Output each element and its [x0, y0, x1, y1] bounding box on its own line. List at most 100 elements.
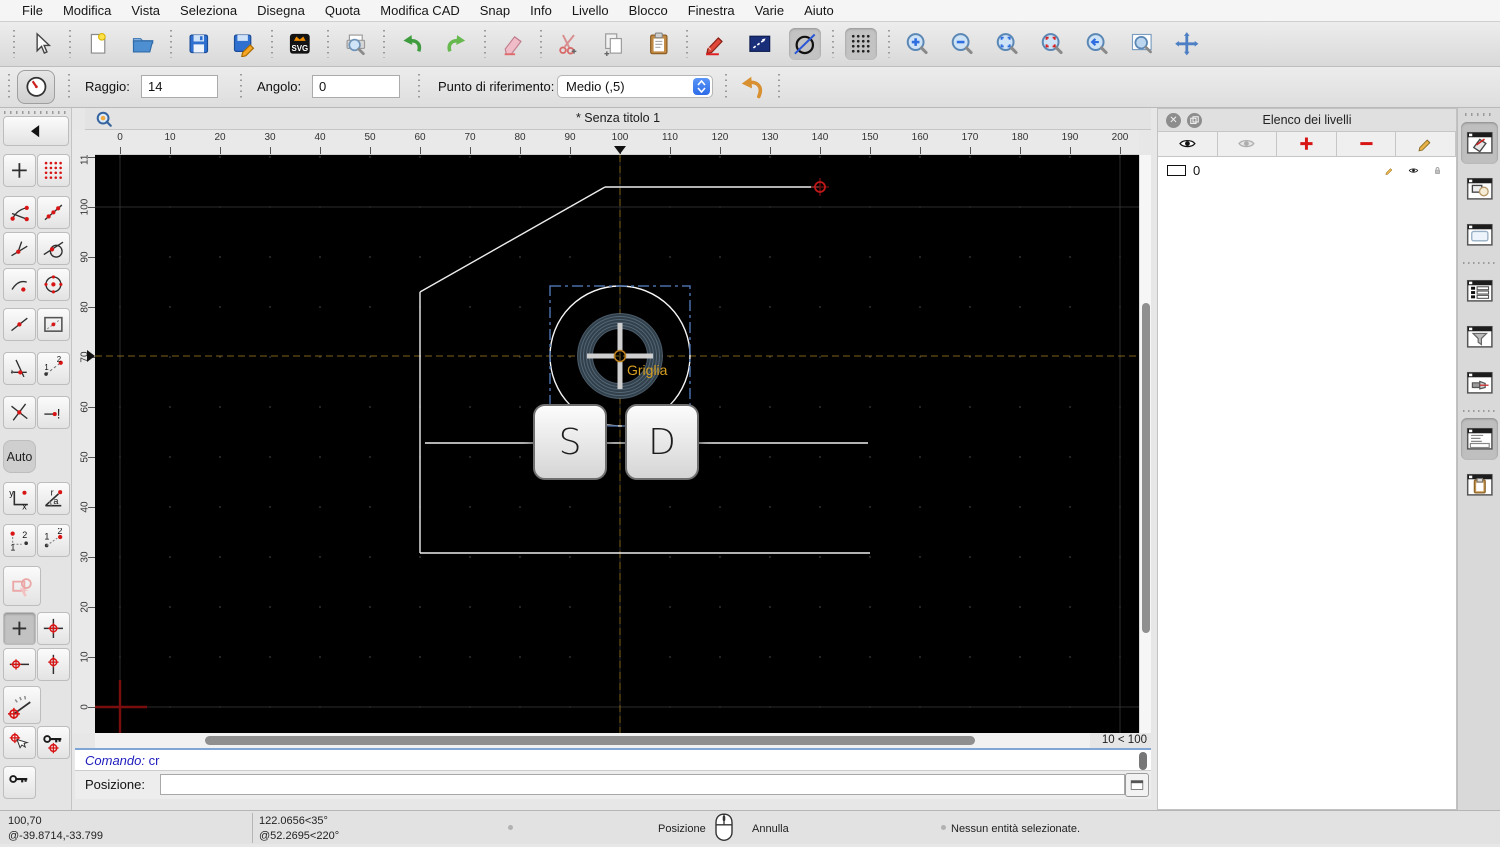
rel-polar-button[interactable]: 12: [37, 524, 70, 557]
panel-layer-list-toggle-button[interactable]: [1461, 122, 1498, 164]
snap-dist-12-button[interactable]: 12: [37, 352, 70, 385]
toolbar-pencil-draw-button[interactable]: [699, 28, 731, 60]
option-back-button[interactable]: [737, 72, 767, 102]
command-history-row[interactable]: Comando: cr: [75, 748, 1151, 771]
toolbar-cut-button[interactable]: [553, 28, 585, 60]
toolbar-redo-button[interactable]: [441, 28, 473, 60]
toolbar-paste-button[interactable]: [643, 28, 675, 60]
menu-vista[interactable]: Vista: [121, 3, 170, 18]
drawing-canvas[interactable]: Griglia: [95, 155, 1139, 733]
toolbar-pan-button[interactable]: [1171, 28, 1203, 60]
toolbar-print-preview-button[interactable]: [340, 28, 372, 60]
restrict-off-button[interactable]: [3, 566, 41, 606]
document-tab-bar[interactable]: * Senza titolo 1: [85, 108, 1151, 130]
snap-intersect-manual-button[interactable]: !: [37, 396, 70, 429]
rel-cart-button[interactable]: 12: [3, 524, 36, 557]
drawing-area[interactable]: Griglia S D: [95, 155, 1139, 733]
command-scrollbar-thumb[interactable]: [1139, 752, 1147, 770]
snap-intersection-button[interactable]: [3, 396, 36, 429]
panel-block-list-toggle-button[interactable]: [1461, 168, 1498, 210]
reference-point-select[interactable]: Medio (,5): [557, 75, 713, 98]
panel-properties-toggle-button[interactable]: [1461, 270, 1498, 312]
layer-row[interactable]: 0: [1158, 159, 1456, 181]
snap-dist-box-button[interactable]: [37, 308, 70, 341]
layer-remove-button[interactable]: [1336, 132, 1397, 157]
eye-open-button[interactable]: [1158, 132, 1218, 157]
rz-lock-button[interactable]: [37, 726, 70, 759]
layer-edit-icon[interactable]: [1384, 162, 1401, 179]
toolbar-save-button[interactable]: [183, 28, 215, 60]
restrict-angle-button[interactable]: [3, 686, 41, 724]
menu-livello[interactable]: Livello: [562, 3, 619, 18]
toolbar-save-as-button[interactable]: [228, 28, 260, 60]
toolbar-undo-button[interactable]: [396, 28, 428, 60]
menu-quota[interactable]: Quota: [315, 3, 370, 18]
toolbar-zoom-window-button[interactable]: [1126, 28, 1158, 60]
toolbar-drag-handle[interactable]: [4, 111, 66, 114]
menu-varie[interactable]: Varie: [745, 3, 794, 18]
panel-cam-toggle-button[interactable]: [1461, 362, 1498, 404]
snap-auto-intersect-button[interactable]: [3, 352, 36, 385]
auto-snap-button[interactable]: Auto: [3, 440, 36, 473]
toolbar-zoom-selection-button[interactable]: [1036, 28, 1068, 60]
layer-add-button[interactable]: [1277, 132, 1337, 157]
toolbar-grid-toggle-button[interactable]: [845, 28, 877, 60]
back-arrow-button[interactable]: [3, 116, 69, 146]
restrict-v-button[interactable]: [37, 648, 70, 681]
menu-aiuto[interactable]: Aiuto: [794, 3, 844, 18]
menu-file[interactable]: File: [12, 3, 53, 18]
horizontal-scrollbar[interactable]: [95, 733, 1090, 748]
toolbar-measure-rect-button[interactable]: [744, 28, 776, 60]
toolbar-zoom-in-button[interactable]: [901, 28, 933, 60]
menu-modifica-cad[interactable]: Modifica CAD: [370, 3, 469, 18]
panel-library-toggle-button[interactable]: [1461, 214, 1498, 256]
menu-info[interactable]: Info: [520, 3, 562, 18]
horizontal-scrollbar-thumb[interactable]: [205, 736, 975, 745]
radius-input[interactable]: [141, 75, 218, 98]
coord-xy-button[interactable]: yx: [3, 482, 36, 515]
toolbar-svg-export-button[interactable]: SVG: [284, 28, 316, 60]
rz-key-button[interactable]: [3, 766, 36, 799]
position-input[interactable]: [160, 774, 1125, 795]
layer-color-swatch[interactable]: [1167, 164, 1186, 176]
panel-filter-toggle-button[interactable]: [1461, 316, 1498, 358]
menu-modifica[interactable]: Modifica: [53, 3, 121, 18]
snap-on-entity-button[interactable]: [37, 196, 70, 229]
menu-snap[interactable]: Snap: [470, 3, 520, 18]
snap-tangent-button[interactable]: [37, 232, 70, 265]
snap-center-button[interactable]: [37, 268, 70, 301]
eye-open-icon[interactable]: [1408, 162, 1425, 179]
restrict-ortho-button[interactable]: [37, 612, 70, 645]
layer-lock-icon[interactable]: [1432, 162, 1449, 179]
toolbar-zoom-out-button[interactable]: [946, 28, 978, 60]
snap-free-button[interactable]: [3, 154, 36, 187]
toolbar-zoom-previous-button[interactable]: [1081, 28, 1113, 60]
rz-set-button[interactable]: [3, 726, 36, 759]
vertical-scrollbar-thumb[interactable]: [1142, 303, 1150, 633]
menu-seleziona[interactable]: Seleziona: [170, 3, 247, 18]
snap-endpoints-button[interactable]: [3, 196, 36, 229]
layer-edit-button[interactable]: [1396, 132, 1456, 157]
menu-finestra[interactable]: Finestra: [678, 3, 745, 18]
toolbar-open-folder-button[interactable]: [127, 28, 159, 60]
toolbar-new-file-button[interactable]: [82, 28, 114, 60]
toolbar-zoom-auto-button[interactable]: [991, 28, 1023, 60]
menu-disegna[interactable]: Disegna: [247, 3, 315, 18]
vertical-scrollbar[interactable]: [1139, 155, 1151, 733]
toolbar-copy-button[interactable]: [598, 28, 630, 60]
menu-blocco[interactable]: Blocco: [619, 3, 678, 18]
panel-command-toggle-button[interactable]: [1461, 418, 1498, 460]
angle-input[interactable]: [312, 75, 400, 98]
toolbar-cursor-button[interactable]: [26, 28, 58, 60]
snap-middle-button[interactable]: [3, 308, 36, 341]
command-window-button[interactable]: [1125, 773, 1149, 797]
toolbar-eraser-button[interactable]: [497, 28, 529, 60]
snap-grid-button[interactable]: [37, 154, 70, 187]
snap-reference-button[interactable]: [3, 268, 36, 301]
panel-clipboard-toggle-button[interactable]: [1461, 464, 1498, 506]
toolbar-circle-tool-button[interactable]: [789, 28, 821, 60]
circle-radius-tool-button[interactable]: [17, 70, 55, 104]
dock-drag-handle[interactable]: [1465, 113, 1495, 116]
snap-perpendicular-button[interactable]: [3, 232, 36, 265]
restrict-none-button[interactable]: [3, 612, 36, 645]
